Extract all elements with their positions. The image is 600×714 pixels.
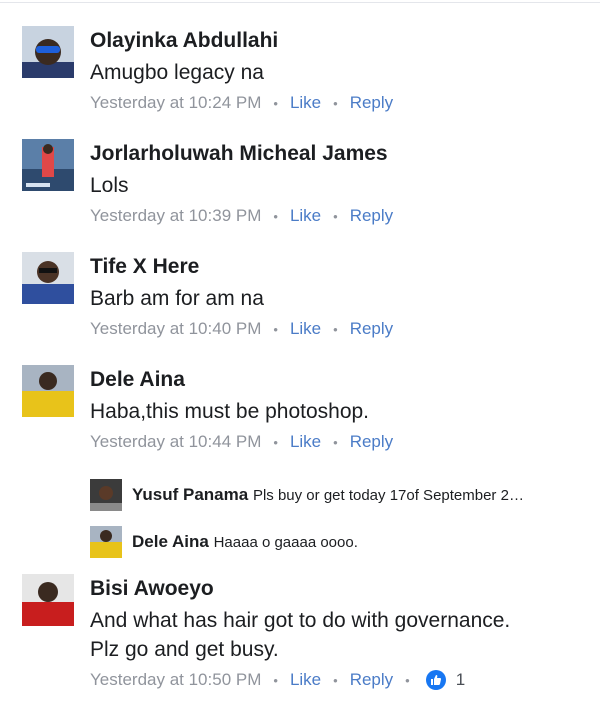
separator: • (273, 672, 278, 688)
comment-meta: Yesterday at 10:44 PM • Like • Reply (90, 432, 393, 452)
comment-text: Lols (90, 174, 129, 197)
comment-timestamp[interactable]: Yesterday at 10:50 PM (90, 670, 261, 690)
comment-author[interactable]: Olayinka Abdullahi (90, 29, 278, 53)
separator: • (273, 95, 278, 111)
like-link[interactable]: Like (290, 319, 321, 339)
comment-timestamp[interactable]: Yesterday at 10:40 PM (90, 319, 261, 339)
reply-author[interactable]: Yusuf Panama (132, 485, 248, 504)
avatar[interactable] (22, 139, 74, 191)
comment-text-line-1: And what has hair got to do with governa… (90, 609, 511, 632)
reply-link[interactable]: Reply (350, 432, 393, 452)
reply-item[interactable]: Yusuf Panama Pls buy or get today 17of S… (90, 479, 590, 513)
comment-timestamp[interactable]: Yesterday at 10:24 PM (90, 93, 261, 113)
comment-meta: Yesterday at 10:50 PM • Like • Reply • 1 (90, 670, 465, 690)
reaction-count[interactable]: 1 (456, 670, 465, 690)
comment-timestamp[interactable]: Yesterday at 10:39 PM (90, 206, 261, 226)
comment: Dele Aina Haba,this must be photoshop. Y… (0, 365, 600, 565)
separator: • (333, 672, 338, 688)
separator: • (333, 208, 338, 224)
avatar[interactable] (22, 365, 74, 417)
comment-text: Amugbo legacy na (90, 61, 264, 84)
reply-text: Pls buy or get today 17of September 2… (252, 487, 524, 504)
comment-text-line-2: Plz go and get busy. (90, 638, 279, 661)
avatar[interactable] (22, 252, 74, 304)
reply-link[interactable]: Reply (350, 93, 393, 113)
comment-author[interactable]: Jorlarholuwah Micheal James (90, 142, 388, 166)
separator: • (333, 95, 338, 111)
avatar[interactable] (90, 526, 122, 558)
comment-text: Barb am for am na (90, 287, 264, 310)
like-link[interactable]: Like (290, 93, 321, 113)
separator: • (273, 208, 278, 224)
comment-text: Haba,this must be photoshop. (90, 400, 370, 423)
reply-link[interactable]: Reply (350, 670, 393, 690)
separator: • (333, 434, 338, 450)
comment: Jorlarholuwah Micheal James Lols Yesterd… (0, 139, 600, 229)
reply-item[interactable]: Dele Aina Haaaa o gaaaa oooo. (90, 526, 590, 560)
comment: Bisi Awoeyo And what has hair got to do … (0, 574, 600, 704)
reply-content: Dele Aina Haaaa o gaaaa oooo. (132, 532, 358, 552)
avatar[interactable] (22, 26, 74, 78)
reply-author[interactable]: Dele Aina (132, 532, 209, 551)
comment-meta: Yesterday at 10:39 PM • Like • Reply (90, 206, 393, 226)
separator: • (273, 434, 278, 450)
like-link[interactable]: Like (290, 432, 321, 452)
comment-author[interactable]: Tife X Here (90, 255, 199, 279)
reply-link[interactable]: Reply (350, 206, 393, 226)
avatar[interactable] (22, 574, 74, 626)
comment: Tife X Here Barb am for am na Yesterday … (0, 252, 600, 342)
reply-content: Yusuf Panama Pls buy or get today 17of S… (132, 485, 524, 505)
separator: • (273, 321, 278, 337)
like-link[interactable]: Like (290, 206, 321, 226)
comment: Olayinka Abdullahi Amugbo legacy na Yest… (0, 26, 600, 116)
separator: • (405, 672, 410, 688)
reply-link[interactable]: Reply (350, 319, 393, 339)
reply-text: Haaaa o gaaaa oooo. (213, 534, 358, 551)
comment-author[interactable]: Bisi Awoeyo (90, 577, 214, 601)
separator: • (333, 321, 338, 337)
like-link[interactable]: Like (290, 670, 321, 690)
comment-timestamp[interactable]: Yesterday at 10:44 PM (90, 432, 261, 452)
comment-author[interactable]: Dele Aina (90, 368, 185, 392)
comment-meta: Yesterday at 10:40 PM • Like • Reply (90, 319, 393, 339)
thumbs-up-icon[interactable] (425, 670, 446, 690)
top-divider (0, 2, 600, 3)
avatar[interactable] (90, 479, 122, 511)
comment-meta: Yesterday at 10:24 PM • Like • Reply (90, 93, 393, 113)
